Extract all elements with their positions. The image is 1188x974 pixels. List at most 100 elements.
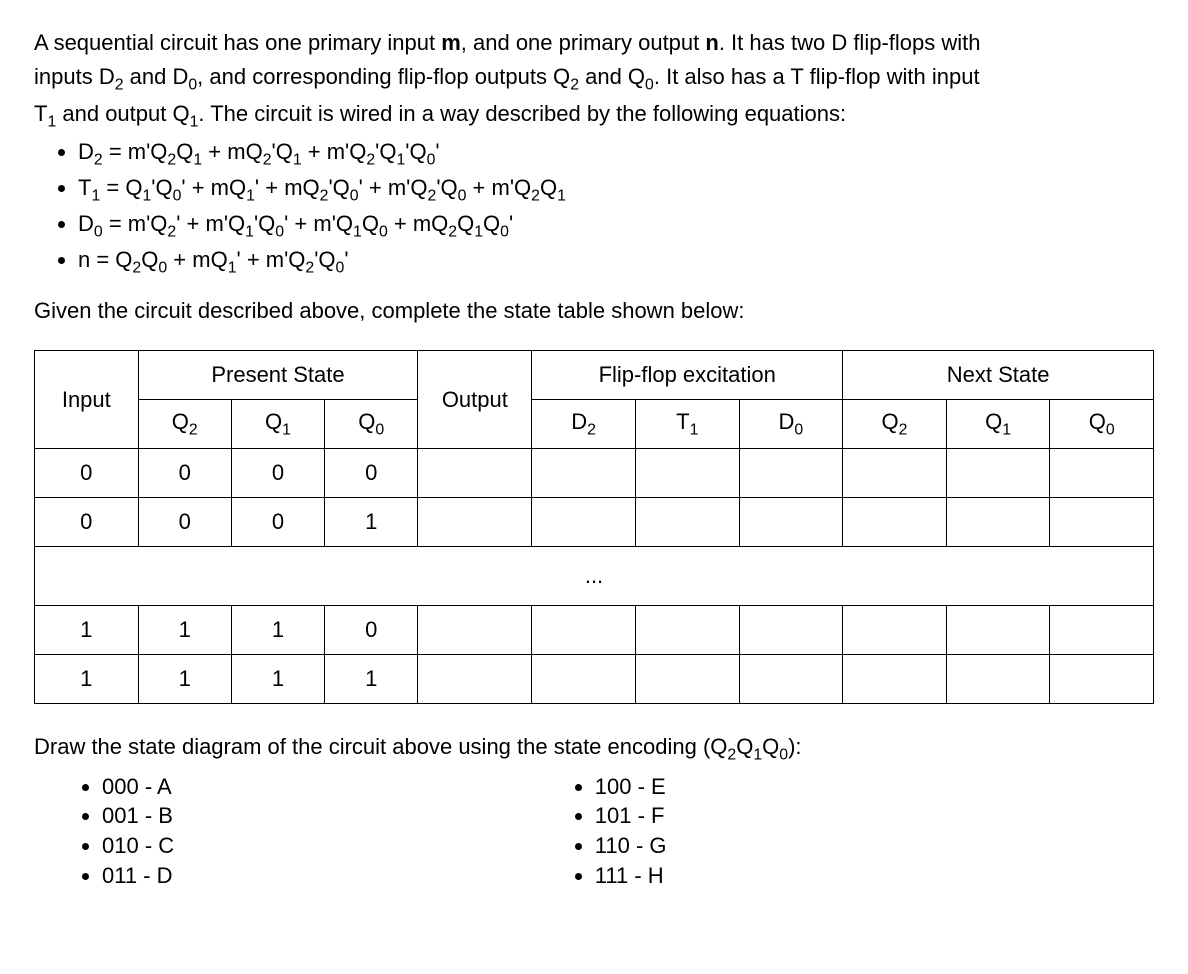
sub: 2 bbox=[531, 187, 540, 204]
t: D bbox=[779, 409, 795, 434]
cell-q0: 0 bbox=[325, 605, 418, 654]
hdr-d0: D0 bbox=[739, 399, 843, 448]
t: ' + m'Q bbox=[284, 211, 353, 236]
cell-nq2 bbox=[843, 448, 947, 497]
sub: 1 bbox=[91, 187, 100, 204]
cell-input: 0 bbox=[35, 497, 139, 546]
cell-q0: 1 bbox=[325, 497, 418, 546]
t: Q bbox=[265, 409, 282, 434]
cell-output bbox=[418, 654, 532, 703]
cell-q2: 1 bbox=[138, 605, 231, 654]
sub: 0 bbox=[779, 746, 788, 763]
t: n = Q bbox=[78, 247, 132, 272]
t: T bbox=[78, 175, 91, 200]
t: Q bbox=[176, 139, 193, 164]
cell-d2 bbox=[532, 654, 636, 703]
cell-t1 bbox=[635, 448, 739, 497]
hdr-q2: Q2 bbox=[138, 399, 231, 448]
intro-line1: A sequential circuit has one primary inp… bbox=[34, 28, 1154, 58]
t: . It has two D flip-flops with bbox=[719, 30, 981, 55]
t: T bbox=[34, 101, 47, 126]
sub: 0 bbox=[794, 421, 803, 438]
table-row: 0 0 0 1 bbox=[35, 497, 1154, 546]
sub: 0 bbox=[275, 223, 284, 240]
cell-nq0 bbox=[1050, 605, 1154, 654]
hdr-nq1: Q1 bbox=[946, 399, 1050, 448]
sub: 2 bbox=[448, 223, 457, 240]
cell-d0 bbox=[739, 605, 843, 654]
t: = Q bbox=[100, 175, 142, 200]
t: Q bbox=[141, 247, 158, 272]
cell-input: 1 bbox=[35, 654, 139, 703]
code-item: 111 - H bbox=[595, 861, 1154, 891]
cell-nq2 bbox=[843, 654, 947, 703]
equation-d2: D2 = m'Q2Q1 + mQ2'Q1 + m'Q2'Q1'Q0' bbox=[78, 137, 1154, 171]
hdr-output: Output bbox=[418, 350, 532, 448]
hdr-d2: D2 bbox=[532, 399, 636, 448]
t: 'Q bbox=[436, 175, 457, 200]
equation-t1: T1 = Q1'Q0' + mQ1' + mQ2'Q0' + m'Q2'Q0 +… bbox=[78, 173, 1154, 207]
t: + mQ bbox=[167, 247, 228, 272]
sub: 0 bbox=[379, 223, 388, 240]
t: and Q bbox=[579, 64, 645, 89]
t: ' + mQ bbox=[181, 175, 246, 200]
t: D bbox=[78, 139, 94, 164]
t: T bbox=[676, 409, 689, 434]
sub: 2 bbox=[587, 421, 596, 438]
hdr-t1: T1 bbox=[635, 399, 739, 448]
code-item: 010 - C bbox=[102, 831, 527, 861]
t: ' + m'Q bbox=[237, 247, 306, 272]
t: Q bbox=[457, 211, 474, 236]
t: 'Q bbox=[314, 247, 335, 272]
t: Q bbox=[540, 175, 557, 200]
cell-nq2 bbox=[843, 605, 947, 654]
cell-nq0 bbox=[1050, 448, 1154, 497]
t: Q bbox=[358, 409, 375, 434]
t: Q bbox=[172, 409, 189, 434]
cell-input: 1 bbox=[35, 605, 139, 654]
cell-nq1 bbox=[946, 497, 1050, 546]
cell-q2: 0 bbox=[138, 448, 231, 497]
intro-line3: T1 and output Q1. The circuit is wired i… bbox=[34, 99, 1154, 133]
t: , and one primary output bbox=[461, 30, 706, 55]
draw-prompt: Draw the state diagram of the circuit ab… bbox=[34, 732, 1154, 766]
cell-nq1 bbox=[946, 654, 1050, 703]
t: = m'Q bbox=[103, 139, 168, 164]
code-item: 000 - A bbox=[102, 772, 527, 802]
code-item: 001 - B bbox=[102, 801, 527, 831]
sub: 1 bbox=[474, 223, 483, 240]
sub: 1 bbox=[293, 152, 302, 169]
equation-d0: D0 = m'Q2' + m'Q1'Q0' + m'Q1Q0 + mQ2Q1Q0… bbox=[78, 209, 1154, 243]
t: = m'Q bbox=[103, 211, 168, 236]
sub: 1 bbox=[753, 746, 762, 763]
sub: 2 bbox=[899, 421, 908, 438]
t: Q bbox=[736, 734, 753, 759]
cell-d0 bbox=[739, 448, 843, 497]
sub: 2 bbox=[115, 76, 124, 93]
t: ' + m'Q bbox=[176, 211, 245, 236]
t: 'Q bbox=[328, 175, 349, 200]
t: D bbox=[78, 211, 94, 236]
sub: 0 bbox=[188, 76, 197, 93]
t: 'Q bbox=[254, 211, 275, 236]
t: 'Q bbox=[151, 175, 172, 200]
cell-d0 bbox=[739, 497, 843, 546]
cell-q1: 0 bbox=[231, 497, 324, 546]
intro-line2: inputs D2 and D0, and corresponding flip… bbox=[34, 62, 1154, 96]
sub: 2 bbox=[428, 187, 437, 204]
hdr-q0: Q0 bbox=[325, 399, 418, 448]
codes-left-list: 000 - A 001 - B 010 - C 011 - D bbox=[34, 772, 527, 891]
cell-q1: 1 bbox=[231, 605, 324, 654]
cell-t1 bbox=[635, 497, 739, 546]
sub: 2 bbox=[570, 76, 579, 93]
cell-q2: 0 bbox=[138, 497, 231, 546]
sub: 2 bbox=[263, 152, 272, 169]
sub: 1 bbox=[142, 187, 151, 204]
equation-list: D2 = m'Q2Q1 + mQ2'Q1 + m'Q2'Q1'Q0' T1 = … bbox=[78, 137, 1154, 278]
cell-d2 bbox=[532, 448, 636, 497]
sub: 0 bbox=[1106, 421, 1115, 438]
sub: 2 bbox=[727, 746, 736, 763]
t: and output Q bbox=[56, 101, 189, 126]
state-table: Input Present State Output Flip-flop exc… bbox=[34, 350, 1154, 704]
hdr-input: Input bbox=[35, 350, 139, 448]
